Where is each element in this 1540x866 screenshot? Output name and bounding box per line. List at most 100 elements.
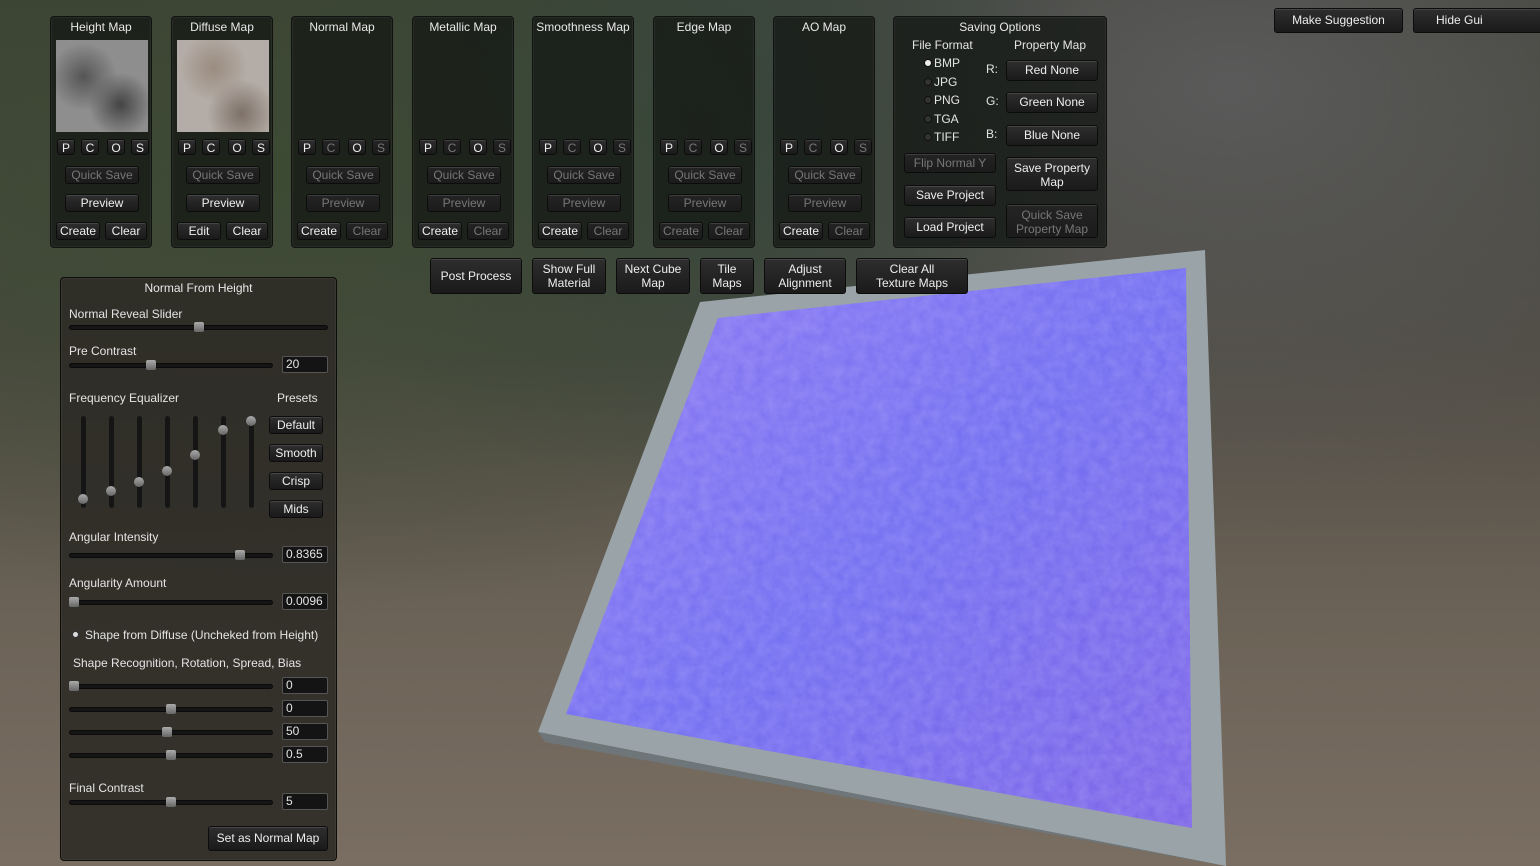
edge-map-create-button[interactable]: Create	[659, 222, 703, 240]
format-radio-png[interactable]: PNG	[924, 93, 960, 107]
ao-map-clear-button[interactable]: Clear	[828, 222, 870, 240]
height-map-preview-button[interactable]: Preview	[65, 194, 139, 212]
eq-band-slider-6[interactable]	[218, 416, 228, 508]
edge-map-o-button[interactable]: O	[710, 139, 728, 155]
normal-map-clear-button[interactable]: Clear	[346, 222, 388, 240]
bias-field[interactable]: 0.5	[282, 746, 328, 763]
make-suggestion-button[interactable]: Make Suggestion	[1274, 8, 1403, 33]
ao-map-preview-button[interactable]: Preview	[788, 194, 862, 212]
final-contrast-slider[interactable]	[69, 797, 273, 807]
shape-recognition-field[interactable]: 0	[282, 677, 328, 694]
slider-handle[interactable]	[218, 424, 228, 435]
ao-map-p-button[interactable]: P	[780, 139, 798, 155]
normal-map-preview-button[interactable]: Preview	[306, 194, 380, 212]
format-radio-jpg[interactable]: JPG	[924, 75, 957, 89]
edge-map-c-button[interactable]: C	[684, 139, 702, 155]
slider-handle[interactable]	[166, 704, 176, 714]
edge-map-preview-button[interactable]: Preview	[668, 194, 742, 212]
spread-slider[interactable]	[69, 727, 273, 737]
metallic-map-s-button[interactable]: S	[493, 139, 511, 155]
metallic-map-o-button[interactable]: O	[469, 139, 487, 155]
slider-handle[interactable]	[190, 449, 200, 460]
slider-handle[interactable]	[234, 550, 245, 560]
preset-crisp-button[interactable]: Crisp	[269, 472, 323, 490]
slider-handle[interactable]	[193, 322, 204, 332]
metallic-map-quick-save-button[interactable]: Quick Save	[427, 166, 501, 184]
red-channel-button[interactable]: Red None	[1006, 60, 1098, 81]
smoothness-map-create-button[interactable]: Create	[538, 222, 582, 240]
normal-map-p-button[interactable]: P	[298, 139, 316, 155]
smoothness-map-c-button[interactable]: C	[563, 139, 581, 155]
save-project-button[interactable]: Save Project	[904, 185, 996, 206]
diffuse-map-quick-save-button[interactable]: Quick Save	[186, 166, 260, 184]
edge-map-p-button[interactable]: P	[660, 139, 678, 155]
spread-field[interactable]: 50	[282, 723, 328, 740]
slider-handle[interactable]	[69, 681, 80, 691]
ao-map-c-button[interactable]: C	[804, 139, 822, 155]
metallic-map-preview-button[interactable]: Preview	[427, 194, 501, 212]
diffuse-map-p-button[interactable]: P	[178, 139, 196, 155]
slider-handle[interactable]	[145, 360, 156, 370]
normal-map-s-button[interactable]: S	[372, 139, 390, 155]
normal-map-create-button[interactable]: Create	[297, 222, 341, 240]
eq-band-slider-3[interactable]	[134, 416, 144, 508]
pre-contrast-field[interactable]: 20	[282, 356, 328, 373]
diffuse-map-s-button[interactable]: S	[252, 139, 270, 155]
metallic-map-p-button[interactable]: P	[419, 139, 437, 155]
rotation-slider[interactable]	[69, 704, 273, 714]
blue-channel-button[interactable]: Blue None	[1006, 125, 1098, 146]
eq-band-slider-1[interactable]	[78, 416, 88, 508]
eq-band-slider-2[interactable]	[106, 416, 116, 508]
angularity-amount-field[interactable]: 0.0096	[282, 593, 328, 610]
format-radio-tiff[interactable]: TIFF	[924, 130, 959, 144]
slider-handle[interactable]	[246, 415, 256, 426]
format-radio-bmp[interactable]: BMP	[924, 56, 960, 70]
save-property-map-button[interactable]: Save Property Map	[1006, 157, 1098, 191]
angular-intensity-slider[interactable]	[69, 550, 273, 560]
angularity-amount-slider[interactable]	[69, 597, 273, 607]
ao-map-s-button[interactable]: S	[854, 139, 872, 155]
edge-map-quick-save-button[interactable]: Quick Save	[668, 166, 742, 184]
eq-band-slider-4[interactable]	[162, 416, 172, 508]
smoothness-map-preview-button[interactable]: Preview	[547, 194, 621, 212]
bias-slider[interactable]	[69, 750, 273, 760]
show-full-material-button[interactable]: Show Full Material	[532, 258, 606, 294]
quick-save-property-map-button[interactable]: Quick Save Property Map	[1006, 204, 1098, 238]
smoothness-map-s-button[interactable]: S	[613, 139, 631, 155]
edge-map-s-button[interactable]: S	[734, 139, 752, 155]
height-map-create-button[interactable]: Create	[56, 222, 100, 240]
shape-from-diffuse-checkbox[interactable]: Shape from Diffuse (Uncheked from Height…	[71, 628, 318, 642]
shape-recognition-slider[interactable]	[69, 681, 273, 691]
slider-handle[interactable]	[69, 597, 80, 607]
tile-maps-button[interactable]: Tile Maps	[700, 258, 754, 294]
smoothness-map-p-button[interactable]: P	[539, 139, 557, 155]
preset-smooth-button[interactable]: Smooth	[269, 444, 323, 462]
ao-map-quick-save-button[interactable]: Quick Save	[788, 166, 862, 184]
ao-map-o-button[interactable]: O	[830, 139, 848, 155]
preset-mids-button[interactable]: Mids	[269, 500, 323, 518]
normal-reveal-slider[interactable]	[69, 322, 328, 332]
slider-handle[interactable]	[161, 727, 172, 737]
next-cube-map-button[interactable]: Next Cube Map	[616, 258, 690, 294]
normal-map-c-button[interactable]: C	[322, 139, 340, 155]
height-map-s-button[interactable]: S	[131, 139, 149, 155]
clear-all-texture-maps-button[interactable]: Clear All Texture Maps	[856, 258, 968, 294]
angular-intensity-field[interactable]: 0.8365	[282, 546, 328, 563]
normal-map-quick-save-button[interactable]: Quick Save	[306, 166, 380, 184]
pre-contrast-slider[interactable]	[69, 360, 273, 370]
diffuse-map-c-button[interactable]: C	[202, 139, 220, 155]
normal-map-o-button[interactable]: O	[348, 139, 366, 155]
height-map-quick-save-button[interactable]: Quick Save	[65, 166, 139, 184]
diffuse-map-clear-button[interactable]: Clear	[226, 222, 268, 240]
slider-handle[interactable]	[166, 750, 176, 760]
slider-handle[interactable]	[162, 466, 172, 477]
flip-normal-y-button[interactable]: Flip Normal Y	[904, 153, 996, 173]
set-as-normal-map-button[interactable]: Set as Normal Map	[208, 826, 328, 851]
green-channel-button[interactable]: Green None	[1006, 92, 1098, 113]
slider-handle[interactable]	[134, 477, 144, 488]
preset-default-button[interactable]: Default	[269, 416, 323, 434]
metallic-map-create-button[interactable]: Create	[418, 222, 462, 240]
smoothness-map-clear-button[interactable]: Clear	[587, 222, 629, 240]
smoothness-map-quick-save-button[interactable]: Quick Save	[547, 166, 621, 184]
slider-handle[interactable]	[78, 493, 88, 504]
